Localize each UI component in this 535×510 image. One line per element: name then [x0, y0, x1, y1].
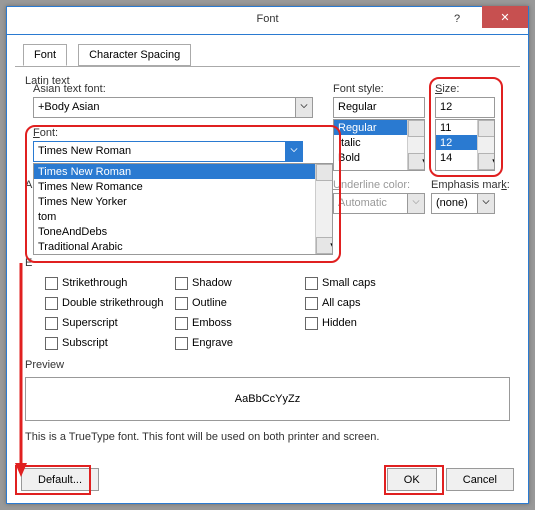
underline-color-combo: Automatic — [333, 193, 425, 214]
list-item[interactable]: Times New Romance — [34, 179, 332, 194]
tab-strip: Font Character Spacing — [15, 43, 520, 67]
chk-label: Superscript — [62, 317, 118, 329]
underline-color-label: Underline color: — [333, 179, 425, 191]
chk-label: Hidden — [322, 317, 357, 329]
chk-double-strikethrough[interactable]: Double strikethrough — [45, 293, 175, 313]
default-button[interactable]: Default... — [21, 468, 99, 491]
help-button[interactable]: ? — [436, 7, 478, 29]
asian-font-label: Asian text font: — [33, 83, 313, 95]
chk-allcaps[interactable]: All caps — [305, 293, 435, 313]
scroll-down-icon[interactable]: ▾ — [408, 153, 425, 170]
chk-label: Small caps — [322, 277, 376, 289]
preview-text: AaBbCcYyZz — [235, 393, 300, 405]
checkbox-icon — [45, 337, 58, 350]
dialog-title: Font — [256, 13, 278, 25]
chk-subscript[interactable]: Subscript — [45, 333, 175, 353]
chk-outline[interactable]: Outline — [175, 293, 305, 313]
checkbox-icon — [175, 317, 188, 330]
checkbox-icon — [45, 277, 58, 290]
scrollbar[interactable]: ▴ ▾ — [315, 164, 332, 254]
font-hint: This is a TrueType font. This font will … — [25, 431, 510, 443]
client-area: Font Character Spacing Latin text Asian … — [15, 43, 520, 495]
emphasis-combo[interactable]: (none) — [431, 193, 495, 214]
chk-label: Double strikethrough — [62, 297, 164, 309]
close-button[interactable]: ✕ — [482, 6, 528, 28]
tab-character-spacing[interactable]: Character Spacing — [78, 44, 191, 66]
checkbox-icon — [45, 317, 58, 330]
chk-label: Engrave — [192, 337, 233, 349]
scroll-up-icon[interactable]: ▴ — [478, 120, 495, 137]
font-label: Font: — [33, 127, 303, 139]
size-list[interactable]: 11 12 14 ▴ ▾ — [435, 119, 495, 171]
scroll-up-icon[interactable]: ▴ — [316, 164, 333, 181]
preview-label: Preview — [25, 359, 510, 371]
chk-label: Outline — [192, 297, 227, 309]
chk-shadow[interactable]: Shadow — [175, 273, 305, 293]
chevron-down-icon — [407, 194, 424, 213]
list-item[interactable]: Traditional Arabic — [34, 239, 332, 254]
underline-color-value: Automatic — [338, 197, 387, 209]
help-icon: ? — [454, 13, 460, 25]
chk-emboss[interactable]: Emboss — [175, 313, 305, 333]
checkbox-icon — [175, 277, 188, 290]
checkbox-icon — [175, 297, 188, 310]
chk-label: Emboss — [192, 317, 232, 329]
font-style-label: Font style: — [333, 83, 425, 95]
chk-label: Strikethrough — [62, 277, 127, 289]
checkbox-icon — [305, 297, 318, 310]
list-item[interactable]: Times New Yorker — [34, 194, 332, 209]
scrollbar[interactable]: ▴ ▾ — [407, 120, 424, 170]
scrollbar[interactable]: ▴ ▾ — [477, 120, 494, 170]
size-value: 12 — [440, 101, 452, 113]
chk-strikethrough[interactable]: Strikethrough — [45, 273, 175, 293]
preview-box: AaBbCcYyZz — [25, 377, 510, 421]
chk-hidden[interactable]: Hidden — [305, 313, 435, 333]
font-value: Times New Roman — [38, 145, 131, 157]
all-text-label: A — [25, 179, 32, 191]
tab-body: Latin text Asian text font: +Body Asian … — [15, 67, 520, 495]
chk-engrave[interactable]: Engrave — [175, 333, 305, 353]
scroll-up-icon[interactable]: ▴ — [408, 120, 425, 137]
chk-superscript[interactable]: Superscript — [45, 313, 175, 333]
titlebar: Font ? ✕ — [7, 7, 528, 35]
checkbox-icon — [305, 317, 318, 330]
cancel-button[interactable]: Cancel — [446, 468, 514, 491]
font-combo[interactable]: Times New Roman — [33, 141, 303, 162]
font-style-list[interactable]: Regular Italic Bold ▴ ▾ — [333, 119, 425, 171]
size-label: Size: — [435, 83, 495, 95]
font-style-input[interactable]: Regular — [333, 97, 425, 118]
checkbox-icon — [305, 277, 318, 290]
checkbox-icon — [45, 297, 58, 310]
chk-label: Subscript — [62, 337, 108, 349]
close-icon: ✕ — [500, 12, 509, 24]
scroll-down-icon[interactable]: ▾ — [478, 153, 495, 170]
chk-label: Shadow — [192, 277, 232, 289]
size-input[interactable]: 12 — [435, 97, 495, 118]
font-dropdown-list[interactable]: Times New Roman Times New Romance Times … — [33, 163, 333, 255]
chevron-down-icon — [477, 194, 494, 213]
font-style-value: Regular — [338, 101, 377, 113]
scroll-down-icon[interactable]: ▾ — [316, 237, 333, 254]
tab-font[interactable]: Font — [23, 44, 67, 66]
list-item[interactable]: Times New Roman — [34, 164, 332, 179]
emphasis-label: Emphasis mark: — [431, 179, 510, 191]
chk-label: All caps — [322, 297, 361, 309]
emphasis-value: (none) — [436, 197, 468, 209]
chk-smallcaps[interactable]: Small caps — [305, 273, 435, 293]
asian-font-combo[interactable]: +Body Asian — [33, 97, 313, 118]
font-dialog: Font ? ✕ Font Character Spacing Latin te… — [6, 6, 529, 504]
list-item[interactable]: tom — [34, 209, 332, 224]
asian-font-value: +Body Asian — [38, 101, 99, 113]
list-item[interactable]: ToneAndDebs — [34, 224, 332, 239]
chevron-down-icon — [285, 142, 302, 161]
effects-label: E — [25, 257, 32, 269]
ok-button[interactable]: OK — [387, 468, 437, 491]
checkbox-icon — [175, 337, 188, 350]
chevron-down-icon — [295, 98, 312, 117]
